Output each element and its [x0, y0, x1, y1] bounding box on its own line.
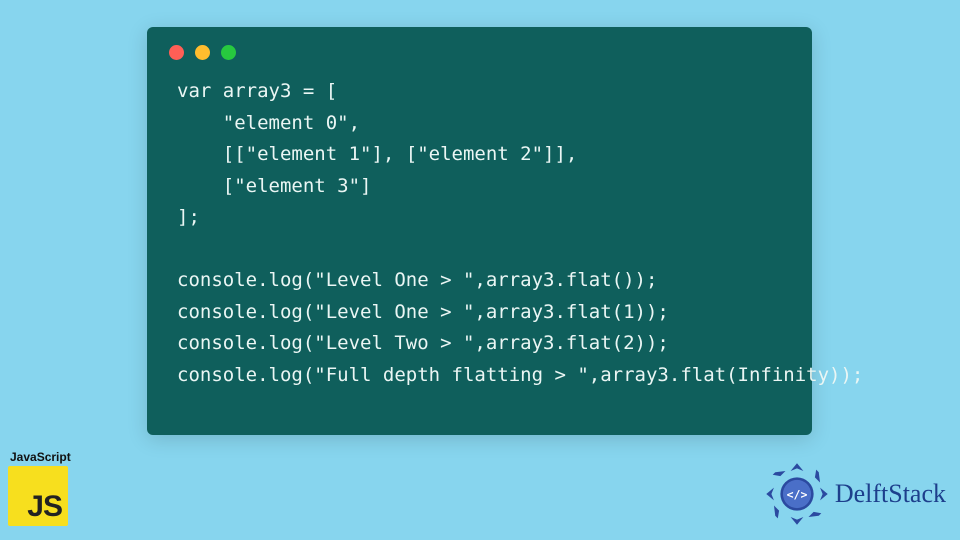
code-block: var array3 = [ "element 0", [["element 1… — [147, 68, 812, 411]
javascript-badge: JavaScript JS — [8, 450, 78, 526]
delftstack-brand-text: DelftStack — [835, 479, 946, 509]
window-traffic-lights — [147, 27, 812, 68]
maximize-icon — [221, 45, 236, 60]
minimize-icon — [195, 45, 210, 60]
close-icon — [169, 45, 184, 60]
delftstack-brand: </> DelftStack — [765, 462, 946, 526]
javascript-logo-icon: JS — [8, 466, 68, 526]
javascript-label: JavaScript — [8, 450, 78, 464]
delftstack-logo-icon: </> — [765, 462, 829, 526]
svg-text:</>: </> — [786, 487, 807, 501]
javascript-logo-text: JS — [27, 490, 62, 524]
code-window: var array3 = [ "element 0", [["element 1… — [147, 27, 812, 435]
